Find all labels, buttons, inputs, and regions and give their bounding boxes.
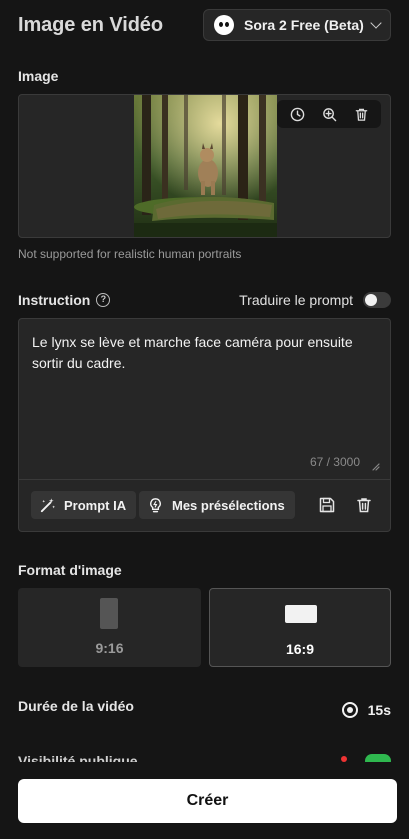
help-icon[interactable]: ? <box>96 293 111 307</box>
radio-selected-icon <box>341 702 358 718</box>
page-title: Image en Vidéo <box>18 14 163 36</box>
format-label: Format d'image <box>18 562 122 578</box>
format-option-16-9[interactable]: 16:9 <box>209 588 391 667</box>
prompt-editor[interactable]: Le lynx se lève et marche face caméra po… <box>18 318 391 532</box>
model-select[interactable]: Sora 2 Free (Beta) <box>203 9 391 41</box>
cutoff-toggle[interactable] <box>365 754 391 762</box>
translate-prompt-label: Traduire le prompt <box>239 292 353 308</box>
history-icon[interactable] <box>288 105 306 123</box>
magic-wand-icon <box>40 497 56 512</box>
chevron-down-icon <box>370 17 382 29</box>
cutoff-setting-label: Visibilité publique <box>18 753 138 762</box>
bulb-icon <box>150 497 161 512</box>
format-option-label: 16:9 <box>285 641 315 657</box>
instruction-label-row: Instruction ? <box>18 292 111 308</box>
divider <box>19 479 390 480</box>
header: Image en Vidéo Sora 2 Free (Beta) <box>18 9 391 41</box>
prompt-ai-button[interactable]: Prompt IA <box>31 491 137 519</box>
uploaded-image-lynx <box>134 95 277 237</box>
translate-prompt-toggle-row: Traduire le prompt <box>239 292 391 308</box>
resize-handle-icon[interactable] <box>370 458 380 471</box>
prompt-ai-label: Prompt IA <box>64 497 127 513</box>
format-option-9-16[interactable]: 9:16 <box>18 588 201 667</box>
model-select-label: Sora 2 Free (Beta) <box>244 17 364 33</box>
portrait-shape-icon <box>100 598 118 629</box>
zoom-in-icon[interactable] <box>320 105 338 123</box>
character-counter: 67 / 3000 <box>309 455 360 469</box>
image-toolbar <box>277 100 381 128</box>
instruction-label: Instruction <box>18 292 91 308</box>
duration-label: Durée de la vidéo <box>18 698 134 714</box>
image-note: Not supported for realistic human portra… <box>18 247 242 261</box>
cutoff-setting-row: Visibilité publique <box>18 752 391 762</box>
image-upload-area[interactable] <box>18 94 391 238</box>
save-preset-icon[interactable] <box>317 495 337 515</box>
duration-option-15s[interactable]: 15s <box>341 702 391 718</box>
format-option-label: 9:16 <box>95 640 124 656</box>
presets-button[interactable]: Mes présélections <box>139 491 295 519</box>
create-button[interactable]: Créer <box>18 779 397 823</box>
prompt-textarea[interactable]: Le lynx se lève et marche face caméra po… <box>32 332 377 374</box>
presets-label: Mes présélections <box>172 497 285 513</box>
image-section-label: Image <box>18 68 59 84</box>
ghost-logo-icon <box>214 15 234 35</box>
translate-prompt-toggle[interactable] <box>363 292 391 308</box>
page: Image en Vidéo Sora 2 Free (Beta) Image <box>0 0 409 839</box>
duration-value: 15s <box>367 702 391 718</box>
bottom-action-bar: Créer <box>0 762 409 839</box>
trash-icon[interactable] <box>352 105 370 123</box>
clear-prompt-trash-icon[interactable] <box>354 495 374 515</box>
landscape-shape-icon <box>285 605 317 623</box>
